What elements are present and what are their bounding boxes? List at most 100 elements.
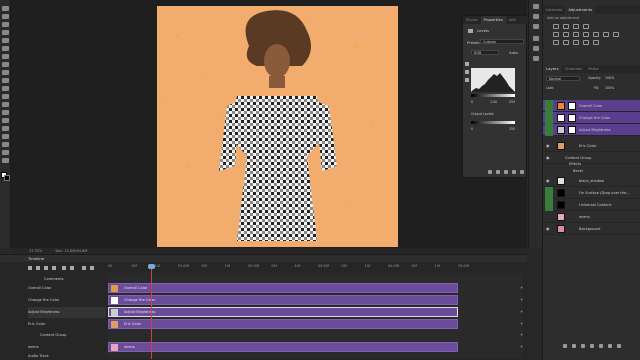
exposure-icon[interactable] [583, 24, 589, 29]
reset-icon[interactable] [504, 170, 508, 174]
opacity-value[interactable]: 100% [605, 76, 614, 80]
track-content-group[interactable]: Content Group [28, 330, 106, 341]
track-change-color[interactable]: Change the Color [28, 295, 106, 306]
add-media-icon[interactable]: + [520, 286, 524, 290]
fill-value[interactable]: 100% [605, 86, 614, 90]
output-white-value[interactable]: 255 [509, 127, 515, 131]
history-icon[interactable] [533, 4, 539, 9]
add-media-icon[interactable]: + [520, 310, 524, 314]
lasso-tool-icon[interactable] [2, 22, 9, 27]
hand-tool-icon[interactable] [2, 150, 9, 155]
playhead-handle[interactable] [148, 264, 155, 269]
layer-row-black-shadow[interactable]: ◉ black_shadow [543, 175, 640, 187]
visibility-eye-icon[interactable]: ◉ [546, 178, 551, 183]
clip-overall-color[interactable]: Overall Color [108, 283, 458, 293]
visibility-icon[interactable] [512, 170, 516, 174]
blend-mode-dropdown[interactable]: Normal [546, 76, 580, 81]
auto-button[interactable]: Auto [509, 50, 518, 55]
hue-saturation-icon[interactable] [563, 32, 569, 37]
brush-tool-icon[interactable] [2, 62, 9, 67]
visibility-eye-icon[interactable] [545, 187, 553, 199]
shape-tool-icon[interactable] [2, 142, 9, 147]
gradient-map-icon[interactable] [583, 40, 589, 45]
track-adjust-brightness[interactable]: Adjust Brightness [28, 307, 106, 318]
eyedropper-gray-icon[interactable] [465, 70, 469, 74]
adjustment-layer-icon[interactable] [590, 344, 594, 348]
tab-layers[interactable]: Layers [543, 65, 562, 73]
new-layer-icon[interactable] [608, 344, 612, 348]
next-frame-icon[interactable] [52, 266, 56, 270]
quick-select-tool-icon[interactable] [2, 30, 9, 35]
selective-color-icon[interactable] [593, 40, 599, 45]
first-frame-icon[interactable] [28, 266, 32, 270]
paragraph-icon[interactable] [533, 56, 539, 61]
track-eric-color[interactable]: Eric Color [28, 319, 106, 330]
brightness-contrast-icon[interactable] [553, 24, 559, 29]
clip-eric-color[interactable]: Eric Color [108, 319, 458, 329]
layer-row-background[interactable]: ◉ Background [543, 223, 640, 235]
group-icon[interactable] [599, 344, 603, 348]
tab-info[interactable]: Info [506, 16, 519, 24]
visibility-eye-icon[interactable]: ◉ [546, 143, 551, 148]
color-icon[interactable] [533, 14, 539, 19]
layer-row-adjust-brightness[interactable]: Adjust Brightness [543, 124, 640, 136]
tab-styles[interactable]: Styles [463, 16, 481, 24]
background-color-swatch[interactable] [4, 175, 10, 181]
layer-row-overall-color[interactable]: Overall Color [543, 100, 640, 112]
pen-tool-icon[interactable] [2, 118, 9, 123]
levels-adj-icon[interactable] [563, 24, 569, 29]
add-media-icon[interactable]: + [520, 345, 524, 349]
clip-change-color[interactable]: Change the Color [108, 295, 458, 305]
gradient-tool-icon[interactable] [2, 94, 9, 99]
transition-icon[interactable] [90, 266, 94, 270]
layer-row-eric-color[interactable]: ◉ Eric Color [543, 140, 640, 152]
layer-row-wrens[interactable]: wrens [543, 211, 640, 223]
view-previous-icon[interactable] [496, 170, 500, 174]
eyedropper-black-icon[interactable] [465, 62, 469, 66]
visibility-eye-icon[interactable] [546, 214, 551, 219]
add-media-icon[interactable]: + [520, 333, 524, 337]
invert-icon[interactable] [553, 40, 559, 45]
type-tool-icon[interactable] [2, 126, 9, 131]
eyedropper-white-icon[interactable] [465, 78, 469, 82]
add-media-icon[interactable]: + [520, 322, 524, 326]
blur-tool-icon[interactable] [2, 102, 9, 107]
stamp-tool-icon[interactable] [2, 70, 9, 75]
add-media-icon[interactable]: + [520, 298, 524, 302]
zoom-tool-icon[interactable] [2, 158, 9, 163]
layer-row-change-color[interactable]: Change the Color [543, 112, 640, 124]
threshold-icon[interactable] [573, 40, 579, 45]
channel-mixer-icon[interactable] [603, 32, 609, 37]
eyedropper-tool-icon[interactable] [2, 46, 9, 51]
fx-icon[interactable] [572, 344, 576, 348]
move-tool-icon[interactable] [2, 6, 9, 11]
photo-filter-icon[interactable] [593, 32, 599, 37]
audio-icon[interactable] [62, 266, 66, 270]
trash-icon[interactable] [617, 344, 621, 348]
track-overall-color[interactable]: Overall Color [28, 283, 106, 294]
input-levels-slider[interactable] [471, 94, 515, 97]
marquee-tool-icon[interactable] [2, 14, 9, 19]
input-white-value[interactable]: 255 [509, 100, 515, 104]
track-audio[interactable]: Audio Track [28, 352, 106, 360]
tab-channels[interactable]: Channels [562, 65, 586, 73]
play-icon[interactable] [44, 266, 48, 270]
clip-wrens[interactable]: wrens [108, 342, 458, 352]
tab-paths[interactable]: Paths [585, 65, 601, 73]
prev-frame-icon[interactable] [36, 266, 40, 270]
layer-row-on-surface[interactable]: On Surface (Drop over the... [543, 187, 640, 199]
input-black-value[interactable]: 0 [471, 100, 473, 104]
tab-adjustments[interactable]: Adjustments [565, 5, 596, 14]
character-icon[interactable] [533, 46, 539, 51]
playhead-line[interactable] [151, 264, 152, 359]
eraser-tool-icon[interactable] [2, 86, 9, 91]
mask-icon[interactable] [581, 344, 585, 348]
layer-row-universal-content[interactable]: Universal Content [543, 199, 640, 211]
zoom-level[interactable]: 33.33% [29, 249, 42, 253]
trash-icon[interactable] [520, 170, 524, 174]
crop-tool-icon[interactable] [2, 38, 9, 43]
timeline-tab[interactable]: Timeline [0, 255, 527, 262]
document-canvas[interactable] [157, 6, 398, 247]
preset-dropdown[interactable]: Custom [480, 39, 524, 44]
posterize-icon[interactable] [563, 40, 569, 45]
